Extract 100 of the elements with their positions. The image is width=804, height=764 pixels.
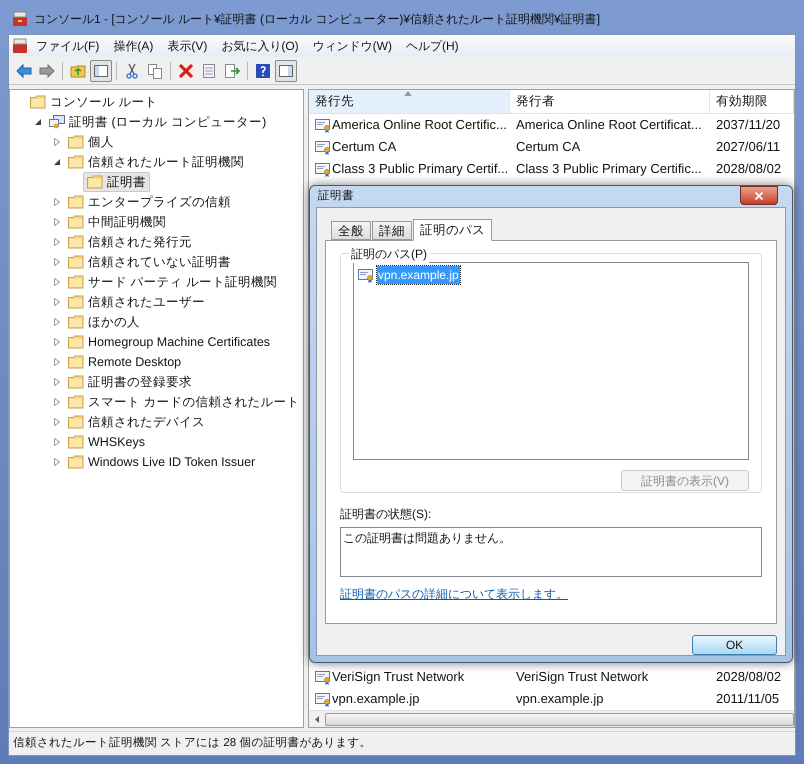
folder-icon xyxy=(68,435,84,449)
certificate-icon xyxy=(315,117,331,133)
menu-item[interactable]: ウィンドウ(W) xyxy=(306,37,398,55)
folder-icon xyxy=(68,295,84,309)
column-header[interactable]: 発行先 xyxy=(309,90,510,113)
tree-item[interactable]: Remote Desktop xyxy=(64,352,186,372)
collapsed-arrow-icon[interactable] xyxy=(53,138,61,146)
collapsed-arrow-icon[interactable] xyxy=(53,238,61,246)
collapsed-arrow-icon[interactable] xyxy=(53,198,61,206)
action-pane-icon[interactable] xyxy=(275,60,297,82)
folder-icon xyxy=(68,275,84,289)
folder-icon xyxy=(68,455,84,469)
folder-icon xyxy=(68,415,84,429)
tab[interactable]: 詳細 xyxy=(372,221,412,240)
tree-item[interactable]: 信頼されたルート証明機関 xyxy=(64,152,248,172)
folder-icon xyxy=(68,395,84,409)
table-cell-text: vpn.example.jp xyxy=(515,690,604,708)
dialog-title: 証明書 xyxy=(318,188,354,204)
expanded-arrow-icon[interactable] xyxy=(53,158,61,166)
table-cell: vpn.example.jp xyxy=(309,689,513,709)
tree-item[interactable]: 証明書 xyxy=(83,172,150,192)
tree-item[interactable]: 信頼された発行元 xyxy=(64,232,196,252)
status-label: 証明書の状態(S): xyxy=(340,506,432,523)
computer-certificate-icon xyxy=(49,114,65,130)
tree-item[interactable]: WHSKeys xyxy=(64,432,149,452)
tree-item[interactable]: ほかの人 xyxy=(64,312,144,332)
tree-item[interactable]: サード パーティ ルート証明機関 xyxy=(64,272,281,292)
menu-item[interactable]: お気に入り(O) xyxy=(215,37,305,55)
table-cell-text: 2011/11/05 xyxy=(715,690,780,708)
scroll-left-arrow-icon[interactable] xyxy=(315,716,319,722)
group-label: 証明のパス(P) xyxy=(349,245,429,263)
tree-item[interactable]: エンタープライズの信頼 xyxy=(64,192,235,212)
collapsed-arrow-icon[interactable] xyxy=(53,418,61,426)
folder-icon xyxy=(68,215,84,229)
close-icon xyxy=(753,190,765,202)
path-details-link[interactable]: 証明書のパスの詳細について表示します。 xyxy=(340,585,568,603)
close-button[interactable] xyxy=(740,186,778,205)
tree-item[interactable]: 信頼されたデバイス xyxy=(64,412,209,432)
tree-item[interactable]: 中間証明機関 xyxy=(64,212,170,232)
table-cell: Certum CA xyxy=(309,137,513,157)
folder-icon xyxy=(68,235,84,249)
collapsed-arrow-icon[interactable] xyxy=(53,218,61,226)
tree-pane-icon[interactable] xyxy=(90,60,112,82)
tab[interactable]: 証明のパス xyxy=(413,219,492,241)
table-cell-text: 2027/06/11 xyxy=(715,138,782,156)
sort-caret-icon xyxy=(404,91,412,96)
tree-item[interactable]: 個人 xyxy=(64,132,118,152)
table-cell-text: Certum CA xyxy=(515,138,582,156)
horizontal-scrollbar[interactable] xyxy=(309,710,794,727)
collapsed-arrow-icon[interactable] xyxy=(53,338,61,346)
collapsed-arrow-icon[interactable] xyxy=(53,378,61,386)
collapsed-arrow-icon[interactable] xyxy=(53,258,61,266)
folder-icon xyxy=(68,135,84,149)
folder-icon xyxy=(68,195,84,209)
table-cell-text: America Online Root Certificat... xyxy=(515,116,703,134)
menu-item[interactable]: ヘルプ(H) xyxy=(400,37,465,55)
table-cell-text: 2037/11/20 xyxy=(715,116,782,134)
table-cell-text: 2028/08/02 xyxy=(715,668,782,686)
toolbox-icon[interactable] xyxy=(12,38,28,54)
table-cell: Class 3 Public Primary Certif... xyxy=(309,159,513,179)
certificate-icon xyxy=(358,267,374,283)
menu-item[interactable]: 操作(A) xyxy=(107,37,160,55)
collapsed-arrow-icon[interactable] xyxy=(53,358,61,366)
folder-icon xyxy=(68,255,84,269)
tree-item[interactable]: 証明書の登録要求 xyxy=(64,372,196,392)
table-cell: VeriSign Trust Network xyxy=(309,667,513,687)
window-title: コンソール1 - [コンソール ルート¥証明書 (ローカル コンピューター)¥信頼されたルート証明機関¥証明書] xyxy=(34,11,600,28)
collapsed-arrow-icon[interactable] xyxy=(53,438,61,446)
tree-item[interactable]: コンソール ルート xyxy=(26,92,162,112)
table-cell-text: 2028/08/02 xyxy=(715,160,782,178)
tree-item[interactable]: 証明書 (ローカル コンピューター) xyxy=(45,112,270,132)
status-field[interactable]: この証明書は問題ありません。 xyxy=(340,527,762,577)
certificate-icon xyxy=(315,669,331,685)
collapsed-arrow-icon[interactable] xyxy=(53,318,61,326)
ok-button[interactable]: OK xyxy=(692,635,777,655)
table-cell: America Online Root Certific... xyxy=(309,115,513,135)
expanded-arrow-icon[interactable] xyxy=(34,118,42,126)
collapsed-arrow-icon[interactable] xyxy=(53,278,61,286)
tree-item[interactable]: Windows Live ID Token Issuer xyxy=(64,452,260,472)
certificate-icon xyxy=(315,139,331,155)
collapsed-arrow-icon[interactable] xyxy=(53,298,61,306)
menu-item[interactable]: ファイル(F) xyxy=(30,37,106,55)
folder-icon xyxy=(87,175,103,189)
menu-item[interactable]: 表示(V) xyxy=(161,37,214,55)
collapsed-arrow-icon[interactable] xyxy=(53,398,61,406)
tree-item[interactable]: 信頼されていない証明書 xyxy=(64,252,235,272)
folder-icon xyxy=(68,375,84,389)
tree-item[interactable]: Homegroup Machine Certificates xyxy=(64,332,274,352)
tree-item[interactable]: 信頼されたユーザー xyxy=(64,292,209,312)
tree-item[interactable]: スマート カードの信頼されたルート xyxy=(64,392,304,412)
table-cell-text: VeriSign Trust Network xyxy=(515,668,650,686)
certificate-icon xyxy=(315,691,331,707)
table-cell-text: Class 3 Public Primary Certific... xyxy=(515,160,703,178)
folder-icon xyxy=(68,335,84,349)
collapsed-arrow-icon[interactable] xyxy=(53,458,61,466)
tab[interactable]: 全般 xyxy=(331,221,371,240)
folder-icon xyxy=(30,95,46,109)
folder-icon xyxy=(68,355,84,369)
folder-icon xyxy=(68,155,84,169)
status-bar: 信頼されたルート証明機関 ストアには 28 個の証明書があります。 xyxy=(9,731,795,755)
